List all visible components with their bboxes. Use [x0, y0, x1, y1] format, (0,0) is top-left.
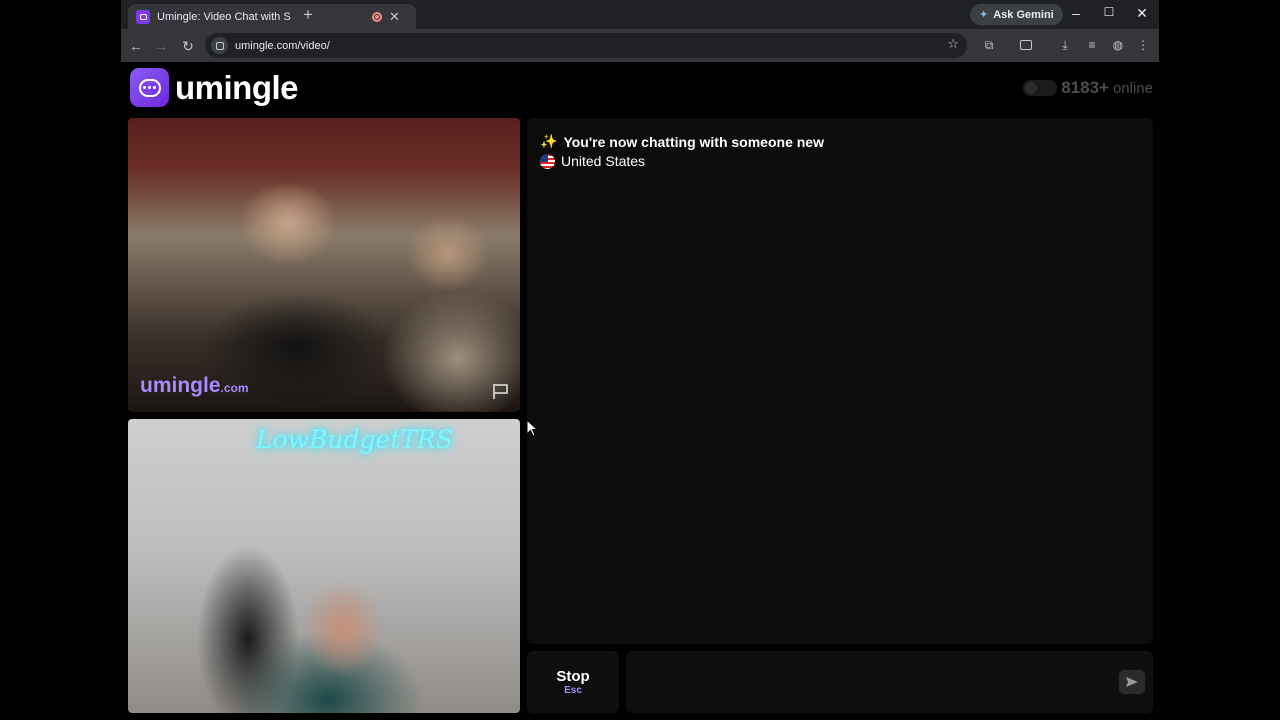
sparkles-icon: ✨ [540, 133, 558, 149]
tab-title: Umingle: Video Chat with S [157, 10, 291, 23]
chat-bubble-logo-icon [130, 68, 169, 107]
minimize-window-icon[interactable]: – [1066, 5, 1086, 21]
browser-menu-icon[interactable]: ⋮ [1135, 37, 1151, 53]
send-arrow-icon [1126, 677, 1138, 687]
address-bar[interactable]: umingle.com/video/ ☆ [205, 33, 967, 58]
local-video: LowBudgetTRS [128, 419, 520, 713]
new-tab-button[interactable]: + [303, 5, 313, 25]
maximize-window-icon[interactable]: ☐ [1099, 5, 1119, 19]
site-info-icon[interactable] [211, 37, 228, 54]
recording-indicator-icon [372, 11, 382, 22]
umingle-favicon-icon [136, 9, 150, 24]
mouse-cursor-icon [526, 419, 539, 437]
logo-text: umingle [175, 68, 299, 106]
address-url[interactable]: umingle.com/video/ [235, 40, 330, 52]
download-icon[interactable]: ⤓ [1057, 37, 1073, 53]
browser-toolbar: ← → ↻ umingle.com/video/ ☆ ⧉ ⤓ ≡ ◍ ⋮ [121, 29, 1159, 62]
online-label: online [1112, 80, 1153, 97]
us-flag-icon [540, 153, 555, 169]
country-text: United States [561, 153, 646, 169]
umingle-logo[interactable]: umingle [130, 68, 299, 107]
ask-gemini-button[interactable]: ✦ Ask Gemini [970, 4, 1063, 25]
neon-sign-text: LowBudgetTRS [256, 425, 453, 454]
reload-icon[interactable]: ↻ [177, 35, 199, 57]
chat-country-line: United States [540, 153, 645, 169]
browser-tab-umingle[interactable]: Umingle: Video Chat with S ✕ [128, 4, 416, 29]
media-control-icon[interactable]: ≡ [1084, 37, 1100, 53]
online-count: 8183+ [1061, 78, 1109, 97]
cast-screen-icon[interactable] [1018, 37, 1034, 53]
online-toggle[interactable] [1023, 80, 1058, 96]
tab-close-icon[interactable]: ✕ [389, 9, 400, 25]
bookmark-star-icon[interactable]: ☆ [947, 36, 959, 52]
extensions-icon[interactable]: ⧉ [981, 37, 997, 53]
message-input[interactable] [626, 651, 1153, 713]
send-button[interactable] [1119, 670, 1145, 694]
chat-log: ✨ You're now chatting with someone new U… [527, 118, 1153, 644]
forward-icon[interactable]: → [150, 35, 172, 57]
remote-video: umingle.com [128, 118, 520, 412]
back-icon[interactable]: ← [125, 35, 147, 57]
stop-button-label: Stop [556, 668, 590, 685]
gemini-sparkle-icon: ✦ [979, 9, 989, 21]
remote-video-watermark: umingle.com [140, 374, 249, 397]
status-message-text: You're now chatting with someone new [563, 133, 824, 150]
profile-sync-icon[interactable]: ◍ [1110, 37, 1126, 53]
ask-gemini-label: Ask Gemini [993, 8, 1054, 21]
report-flag-icon[interactable] [491, 382, 511, 400]
browser-window: Umingle: Video Chat with S ✕ + ✦ Ask Gem… [121, 0, 1159, 720]
tab-strip: Umingle: Video Chat with S ✕ + ✦ Ask Gem… [121, 0, 1159, 29]
online-counter: 8183+ online [1023, 78, 1153, 98]
umingle-page: umingle 8183+ online umingle.com LowBudg… [121, 62, 1159, 720]
stop-shortcut-label: Esc [564, 685, 582, 696]
stop-button[interactable]: Stop Esc [527, 651, 619, 713]
close-window-icon[interactable]: ✕ [1132, 5, 1152, 22]
chat-status-message: ✨ You're now chatting with someone new [540, 133, 824, 150]
